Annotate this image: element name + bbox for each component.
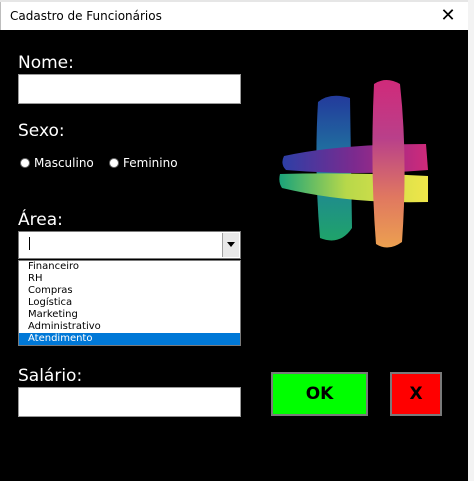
- nome-label: Nome:: [18, 53, 74, 73]
- close-button[interactable]: ✕: [435, 4, 461, 28]
- radio-feminino-label: Feminino: [123, 156, 178, 170]
- radio-button-icon[interactable]: [20, 158, 30, 168]
- area-label: Área:: [18, 210, 63, 230]
- list-item[interactable]: Marketing: [19, 309, 240, 321]
- title-bar: Cadastro de Funcionários ✕: [0, 2, 469, 30]
- list-item[interactable]: RH: [19, 273, 240, 285]
- list-item[interactable]: Administrativo: [19, 321, 240, 333]
- chevron-down-icon: [227, 242, 235, 247]
- radio-masculino-label: Masculino: [34, 156, 94, 170]
- area-dropdown-list[interactable]: Financeiro RH Compras Logística Marketin…: [18, 260, 241, 346]
- sexo-label: Sexo:: [18, 121, 65, 141]
- radio-masculino[interactable]: Masculino: [20, 156, 94, 170]
- dropdown-button[interactable]: [222, 233, 239, 257]
- logo-stroke: [372, 80, 405, 248]
- area-combobox[interactable]: [18, 231, 241, 259]
- radio-button-icon[interactable]: [109, 158, 119, 168]
- salario-input[interactable]: [18, 387, 241, 417]
- list-item[interactable]: Financeiro: [19, 261, 240, 273]
- window-title: Cadastro de Funcionários: [10, 9, 162, 23]
- list-item[interactable]: Compras: [19, 285, 240, 297]
- list-item[interactable]: Logística: [19, 297, 240, 309]
- logo-stroke: [279, 173, 428, 203]
- radio-feminino[interactable]: Feminino: [109, 156, 178, 170]
- list-item-highlighted[interactable]: Atendimento: [19, 333, 240, 345]
- cancel-button[interactable]: X: [390, 372, 442, 416]
- company-logo: [279, 80, 428, 248]
- logo-stroke: [282, 144, 428, 173]
- ok-button[interactable]: OK: [271, 372, 368, 416]
- salario-label: Salário:: [18, 366, 83, 386]
- text-caret: [29, 237, 30, 250]
- nome-input[interactable]: [18, 74, 241, 104]
- window-right-edge: [468, 0, 474, 481]
